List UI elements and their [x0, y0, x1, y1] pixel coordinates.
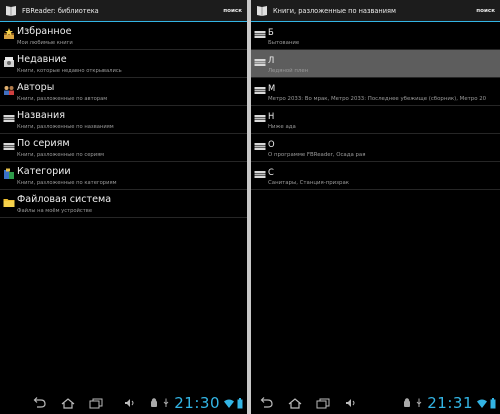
books-icon	[3, 115, 15, 122]
titles-list: Б Бытование Л Ледяной плен М Метро 2033:…	[251, 22, 500, 190]
list-item-file-system[interactable]: Файловая система Файлы на моём устройств…	[0, 190, 247, 218]
list-item-title: Избранное	[17, 26, 72, 37]
list-item-title: О	[268, 139, 275, 149]
books-icon	[254, 115, 266, 122]
library-screen: FBReader: библиотека поиск Избранное Мои…	[0, 0, 247, 414]
back-icon[interactable]	[32, 397, 48, 409]
battery-icon	[237, 397, 243, 408]
list-item-title: Файловая система	[17, 194, 112, 205]
list-item-title: По сериям	[17, 138, 70, 149]
list-item-subtitle: Книги, разложенные по авторам	[17, 96, 108, 102]
usb-icon	[163, 398, 169, 407]
list-item-subtitle: Книги, разложенные по названиям	[17, 124, 114, 130]
battery-icon	[490, 397, 496, 408]
list-item-title: Названия	[17, 110, 66, 121]
list-item-subtitle: Метро 2033: Во мрак, Метро 2033: Последн…	[268, 96, 487, 102]
wifi-icon	[477, 399, 487, 408]
books-icon	[254, 31, 266, 38]
books-icon	[254, 171, 266, 178]
list-item-series[interactable]: По сериям Книги, разложенные по сериям	[0, 134, 247, 162]
list-item-title: М	[268, 83, 276, 93]
action-bar: FBReader: библиотека поиск	[0, 0, 247, 22]
books-icon	[254, 59, 266, 66]
list-item-title: Л	[268, 55, 275, 65]
android-debug-icon	[404, 398, 411, 407]
search-button[interactable]: поиск	[476, 8, 495, 14]
android-debug-icon	[151, 398, 158, 407]
list-item[interactable]: Б Бытование	[251, 22, 500, 50]
action-bar: Книги, разложенные по названиям поиск	[251, 0, 500, 22]
status-area: 21:31	[403, 394, 500, 412]
list-item-recent[interactable]: Недавние Книги, которые недавно открывал…	[0, 50, 247, 78]
home-icon[interactable]	[287, 397, 303, 409]
back-icon[interactable]	[259, 397, 275, 409]
list-item-subtitle: Ледяной плен	[268, 68, 309, 74]
list-item-favorites[interactable]: Избранное Мои любимые книги	[0, 22, 247, 50]
list-item-title: Н	[268, 111, 275, 121]
list-item-title: Б	[268, 27, 274, 37]
authors-icon	[4, 86, 14, 95]
recent-apps-icon[interactable]	[88, 397, 104, 409]
list-item-subtitle: Книги, которые недавно открывались	[17, 68, 122, 74]
list-item-subtitle: Мои любимые книги	[17, 40, 73, 46]
books-icon	[254, 87, 266, 94]
books-icon	[3, 143, 15, 150]
wifi-icon	[224, 399, 234, 408]
list-item[interactable]: Л Ледяной плен	[251, 50, 500, 78]
titles-screen: Книги, разложенные по названиям поиск Б …	[251, 0, 500, 414]
list-item-title: Недавние	[17, 54, 67, 65]
favorites-icon	[4, 28, 14, 39]
list-item[interactable]: М Метро 2033: Во мрак, Метро 2033: После…	[251, 78, 500, 106]
volume-icon[interactable]	[122, 397, 138, 409]
list-item-subtitle: О программе FBReader, Осада рая	[268, 152, 366, 158]
list-item-title: С	[268, 167, 274, 177]
list-item-titles[interactable]: Названия Книги, разложенные по названиям	[0, 106, 247, 134]
folder-icon	[3, 199, 15, 207]
books-icon	[254, 143, 266, 150]
list-item-title: Категории	[17, 166, 71, 177]
list-item-authors[interactable]: Авторы Книги, разложенные по авторам	[0, 78, 247, 106]
list-item-title: Авторы	[17, 82, 55, 93]
library-list: Избранное Мои любимые книги Недавние Кни…	[0, 22, 247, 218]
list-item-subtitle: Файлы на моём устройстве	[17, 208, 93, 214]
status-clock: 21:30	[174, 394, 220, 412]
list-item[interactable]: С Санитары, Станция-призрак	[251, 162, 500, 190]
action-bar-title: FBReader: библиотека	[22, 6, 99, 15]
volume-icon[interactable]	[343, 397, 359, 409]
list-item-subtitle: Книги, разложенные по сериям	[17, 152, 105, 158]
usb-icon	[416, 398, 422, 407]
home-icon[interactable]	[60, 397, 76, 409]
list-item-categories[interactable]: Категории Книги, разложенные по категори…	[0, 162, 247, 190]
recent-icon	[4, 57, 14, 67]
categories-icon	[4, 168, 14, 179]
list-item[interactable]: Н Ниже ада	[251, 106, 500, 134]
fbreader-app-icon[interactable]	[256, 5, 268, 16]
list-item-subtitle: Ниже ада	[268, 124, 296, 130]
list-item-subtitle: Книги, разложенные по категориям	[17, 180, 117, 186]
list-item-subtitle: Бытование	[268, 40, 300, 46]
status-area: 21:30	[150, 394, 247, 412]
list-item[interactable]: О О программе FBReader, Осада рая	[251, 134, 500, 162]
recent-apps-icon[interactable]	[315, 397, 331, 409]
status-clock: 21:31	[427, 394, 473, 412]
action-bar-title: Книги, разложенные по названиям	[273, 6, 396, 15]
list-item-subtitle: Санитары, Станция-призрак	[268, 180, 350, 186]
fbreader-app-icon[interactable]	[5, 5, 17, 16]
search-button[interactable]: поиск	[223, 8, 242, 14]
